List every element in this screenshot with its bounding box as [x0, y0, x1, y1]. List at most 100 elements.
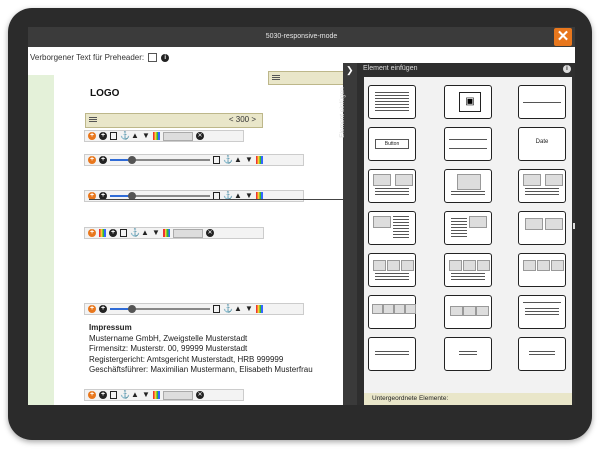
- panel-title-text: Element einfügen: [363, 65, 418, 72]
- impressum-line: Registergericht: Amtsgericht Musterstadt…: [89, 354, 284, 364]
- drag-handle-icon: [272, 75, 280, 81]
- element-panel: ❯ Element einfügen Element einfügen i ▣ …: [339, 63, 575, 405]
- tile-image[interactable]: ▣: [444, 85, 492, 119]
- close-icon[interactable]: ✕: [206, 229, 214, 237]
- tile-3col-images-b[interactable]: [444, 253, 492, 287]
- panel-title: Element einfügen i: [357, 63, 575, 75]
- close-button[interactable]: ✕: [554, 28, 572, 46]
- arrow-up-icon[interactable]: ▲: [234, 156, 242, 164]
- arrow-up-icon[interactable]: ▲: [131, 391, 139, 399]
- drag-handle-icon: [89, 117, 97, 123]
- value-field[interactable]: [163, 131, 193, 141]
- plus-orange-icon[interactable]: +: [88, 156, 96, 164]
- color-icon[interactable]: [256, 156, 263, 164]
- color-icon[interactable]: [153, 391, 160, 399]
- tile-3col-small[interactable]: [444, 295, 492, 329]
- info-icon[interactable]: i: [161, 53, 170, 62]
- plus-orange-icon[interactable]: +: [88, 305, 96, 313]
- tile-image-left-text[interactable]: [368, 211, 416, 245]
- tile-4col-images[interactable]: [368, 295, 416, 329]
- plus-icon[interactable]: +: [99, 132, 107, 140]
- close-icon[interactable]: ✕: [196, 391, 204, 399]
- arrow-down-icon[interactable]: ▼: [142, 132, 150, 140]
- tile-spacer[interactable]: [444, 127, 492, 161]
- arrow-down-icon[interactable]: ▼: [152, 229, 160, 237]
- impressum-line: Mustername GmbH, Zweigstelle Musterstadt: [89, 333, 248, 343]
- tile-3col-images-c[interactable]: [518, 253, 566, 287]
- title-bar: 5030-responsive-mode ✕: [28, 27, 575, 47]
- tile-button[interactable]: Button: [368, 127, 416, 161]
- drag-handle-top[interactable]: [268, 71, 344, 85]
- arrow-down-icon[interactable]: ▼: [245, 305, 253, 313]
- subelements-footer: Untergeordnete Elemente:: [364, 393, 572, 405]
- anchor-icon[interactable]: ⚓: [130, 229, 140, 237]
- tile-image-text[interactable]: [444, 169, 492, 203]
- width-control[interactable]: < 300 >: [85, 113, 263, 128]
- width-value[interactable]: < 300 >: [229, 115, 256, 124]
- copy-icon[interactable]: [120, 229, 127, 237]
- preheader-checkbox[interactable]: [148, 53, 158, 62]
- tile-image-right-text[interactable]: [444, 211, 492, 245]
- sidetab-label: Element einfügen: [338, 87, 346, 138]
- plus-orange-icon[interactable]: +: [88, 132, 96, 140]
- color-icon[interactable]: [163, 229, 170, 237]
- tile-image-pair[interactable]: [518, 211, 566, 245]
- tile-bullets-6[interactable]: [368, 337, 416, 371]
- tile-text[interactable]: [368, 85, 416, 119]
- impressum-line: Geschäftsführer: Maximilian Mustermann, …: [89, 365, 313, 374]
- anchor-icon[interactable]: ⚓: [223, 156, 233, 164]
- anchor-icon[interactable]: ⚓: [223, 305, 233, 313]
- plus-icon[interactable]: +: [99, 156, 107, 164]
- color-icon[interactable]: [153, 132, 160, 140]
- panel-toggle[interactable]: ❯ Element einfügen: [339, 63, 357, 405]
- tile-image-text-2col-b[interactable]: [518, 169, 566, 203]
- divider-line: [89, 199, 349, 200]
- tile-3col-images[interactable]: [368, 253, 416, 287]
- color-icon[interactable]: [256, 305, 263, 313]
- plus-icon[interactable]: +: [109, 229, 117, 237]
- logo-text: LOGO: [90, 88, 120, 99]
- arrow-up-icon[interactable]: ▲: [141, 229, 149, 237]
- copy-icon[interactable]: [110, 391, 117, 399]
- value-field[interactable]: [163, 390, 193, 400]
- tile-date[interactable]: Date: [518, 127, 566, 161]
- element-toolbar: + + ⚓ ▲ ▼ ✕: [84, 389, 244, 401]
- button-label: Button: [375, 139, 409, 149]
- info-icon[interactable]: i: [563, 65, 571, 73]
- slider-toolbar: + + ⚓ ▲ ▼: [84, 154, 304, 166]
- slider-toolbar: + + ⚓ ▲ ▼: [84, 190, 304, 202]
- tile-divider[interactable]: [518, 85, 566, 119]
- arrow-up-icon[interactable]: ▲: [234, 305, 242, 313]
- scroll-indicator[interactable]: [573, 223, 575, 229]
- left-margin-strip: [28, 75, 54, 405]
- tile-image-text-2col[interactable]: [368, 169, 416, 203]
- arrow-down-icon[interactable]: ▼: [142, 391, 150, 399]
- width-slider[interactable]: [110, 156, 210, 164]
- element-grid: ▣ Button Date: [364, 77, 572, 393]
- tile-bullets-4[interactable]: [444, 337, 492, 371]
- preheader-row: Verborgener Text für Preheader: i: [30, 53, 170, 62]
- chevron-right-icon[interactable]: ❯: [346, 65, 354, 76]
- close-icon[interactable]: ✕: [196, 132, 204, 140]
- element-toolbar: + + ⚓ ▲ ▼ ✕: [84, 130, 244, 142]
- anchor-icon[interactable]: ⚓: [120, 391, 130, 399]
- tile-4col-text[interactable]: [518, 295, 566, 329]
- anchor-icon[interactable]: ⚓: [120, 132, 130, 140]
- plus-orange-icon[interactable]: +: [88, 391, 96, 399]
- plus-icon[interactable]: +: [99, 391, 107, 399]
- impressum-title: Impressum: [89, 323, 132, 332]
- impressum-block: Impressum Mustername GmbH, Zweigstelle M…: [89, 323, 313, 376]
- copy-icon[interactable]: [213, 305, 220, 313]
- plus-orange-icon[interactable]: +: [88, 229, 96, 237]
- arrow-up-icon[interactable]: ▲: [131, 132, 139, 140]
- value-field[interactable]: [173, 228, 203, 238]
- app-screen: 5030-responsive-mode ✕ Verborgener Text …: [28, 27, 575, 405]
- copy-icon[interactable]: [213, 156, 220, 164]
- image-icon: ▣: [459, 92, 481, 112]
- arrow-down-icon[interactable]: ▼: [245, 156, 253, 164]
- plus-icon[interactable]: +: [99, 305, 107, 313]
- copy-icon[interactable]: [110, 132, 117, 140]
- width-slider[interactable]: [110, 305, 210, 313]
- tile-bullets-3[interactable]: [518, 337, 566, 371]
- color-icon[interactable]: [99, 229, 106, 237]
